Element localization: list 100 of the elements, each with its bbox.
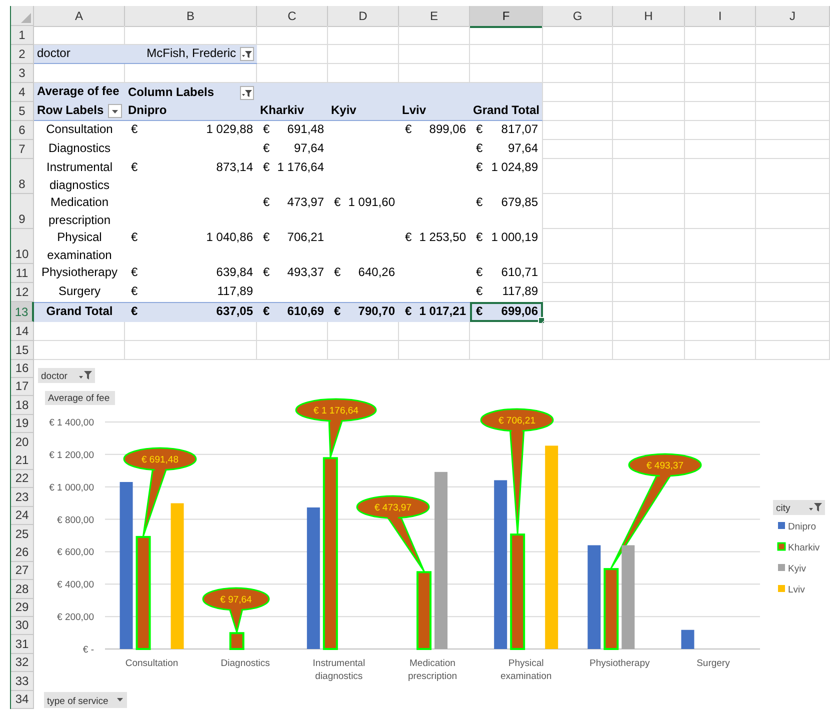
- row-header[interactable]: 14: [11, 322, 34, 340]
- data-label: € 97,64: [220, 594, 252, 605]
- row-header[interactable]: 1: [11, 26, 34, 45]
- column-header[interactable]: E: [399, 6, 470, 27]
- value-field-button[interactable]: Average of fee: [45, 390, 115, 404]
- row-header[interactable]: 33: [11, 672, 34, 691]
- table-cell-text: € 691,48: [262, 121, 325, 138]
- grid-cell: [613, 264, 685, 283]
- data-label: € 493,37: [646, 460, 684, 471]
- legend-field-button[interactable]: city: [773, 500, 825, 514]
- category-label: Diagnostics: [220, 658, 270, 668]
- grid-cell: [613, 194, 685, 229]
- axis-tick-label: € 1 000,00: [49, 482, 94, 493]
- axis-tick-label: € 600,00: [57, 546, 94, 558]
- category-label: Consultation: [125, 658, 178, 668]
- row-label: Medication prescription: [47, 194, 112, 228]
- grid-cell: [685, 140, 756, 159]
- row-header[interactable]: 25: [11, 525, 34, 544]
- table-cell-text: € 640,26: [333, 264, 396, 281]
- row-header[interactable]: 8: [11, 159, 34, 194]
- row-header[interactable]: 7: [11, 140, 34, 159]
- grid-cell: [685, 159, 756, 194]
- grid-cell: [543, 102, 613, 121]
- column-header[interactable]: B: [125, 6, 257, 27]
- column-header[interactable]: A: [34, 6, 125, 27]
- table-cell: € 637,05: [125, 302, 257, 322]
- grid-cell: [543, 194, 613, 229]
- row-header[interactable]: 32: [11, 654, 34, 672]
- row-header[interactable]: 15: [11, 340, 34, 360]
- filter-button[interactable]: [240, 47, 254, 61]
- table-cell: € 610,69: [257, 302, 328, 322]
- row-header[interactable]: 3: [11, 64, 34, 83]
- row-header[interactable]: 24: [11, 506, 34, 526]
- row-header[interactable]: 31: [11, 635, 34, 654]
- bar: [229, 632, 244, 650]
- grid-cell: [685, 229, 756, 264]
- row-header[interactable]: 12: [11, 283, 34, 302]
- filter-value: McFish, Frederic: [146, 45, 236, 62]
- grid-cell: [328, 45, 399, 64]
- row-header[interactable]: 17: [11, 378, 34, 396]
- dropdown-button[interactable]: [108, 104, 122, 118]
- column-header[interactable]: J: [756, 6, 830, 27]
- table-cell-text: € 639,84: [130, 264, 254, 281]
- row-header[interactable]: 26: [11, 543, 34, 562]
- row-header[interactable]: 4: [11, 83, 34, 102]
- row-header[interactable]: 2: [11, 45, 34, 64]
- row-header[interactable]: 5: [11, 102, 34, 121]
- category-label: Physical examination: [500, 658, 552, 682]
- grid-cell: [613, 64, 685, 83]
- row-header[interactable]: 11: [11, 264, 34, 283]
- row-label: Surgery: [57, 283, 102, 300]
- table-cell-text: € 1 253,50: [404, 229, 467, 246]
- row-header[interactable]: 10: [11, 229, 34, 264]
- grid-cell: [543, 283, 613, 302]
- row-header[interactable]: 29: [11, 598, 34, 618]
- row-header[interactable]: 18: [11, 396, 34, 415]
- grid-cell: [613, 45, 685, 64]
- row-header[interactable]: 27: [11, 562, 34, 580]
- column-labels-caption: Column Labels: [128, 84, 214, 101]
- row-label: Physiotherapy: [40, 264, 119, 281]
- row-header[interactable]: 21: [11, 451, 34, 470]
- row-header[interactable]: 19: [11, 414, 34, 434]
- row-header[interactable]: 22: [11, 470, 34, 488]
- column-header-cell: Dnipro: [125, 102, 257, 121]
- row-header[interactable]: 6: [11, 121, 34, 140]
- grid-cell: [613, 83, 685, 102]
- grid-cell: [685, 26, 756, 45]
- column-header[interactable]: G: [543, 6, 613, 27]
- row-header[interactable]: 23: [11, 488, 34, 507]
- table-cell: € 97,64: [470, 140, 543, 159]
- grid-cell: [685, 64, 756, 83]
- filter-field-label: doctor: [34, 45, 125, 64]
- table-cell-text: € 1 091,60: [333, 194, 396, 211]
- column-header-cell: Kharkiv: [257, 102, 328, 121]
- callout-bubble: [202, 586, 270, 632]
- row-header[interactable]: 28: [11, 580, 34, 599]
- funnel-icon: [242, 49, 252, 59]
- column-header[interactable]: D: [328, 6, 399, 27]
- column-header[interactable]: I: [685, 6, 756, 27]
- row-label: Instrumental diagnostics: [45, 159, 114, 194]
- column-header[interactable]: C: [257, 6, 328, 27]
- axis-field-button[interactable]: type of service: [44, 692, 127, 708]
- category-label: Surgery: [696, 658, 730, 668]
- grid-cell: [685, 121, 756, 140]
- grid-cell: [543, 302, 613, 322]
- row-header[interactable]: 34: [11, 690, 34, 709]
- row-header[interactable]: 16: [11, 360, 34, 378]
- bar: [681, 629, 694, 648]
- filter-field-button[interactable]: doctor: [38, 368, 95, 382]
- row-header[interactable]: 13: [11, 302, 34, 322]
- table-cell-text: € 493,37: [262, 264, 325, 281]
- row-header[interactable]: 20: [11, 433, 34, 452]
- grid-cell: [685, 45, 756, 64]
- legend-label: Kyiv: [788, 563, 806, 574]
- row-header[interactable]: 9: [11, 194, 34, 229]
- filter-button[interactable]: [240, 86, 254, 100]
- table-cell: € 679,85: [470, 194, 543, 229]
- row-header[interactable]: 30: [11, 616, 34, 636]
- column-header[interactable]: F: [470, 6, 543, 28]
- column-header[interactable]: H: [613, 6, 685, 27]
